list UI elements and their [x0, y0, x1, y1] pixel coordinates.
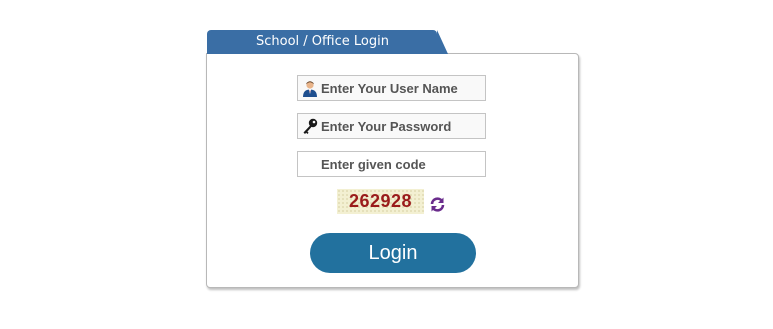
password-input[interactable]: [298, 114, 485, 138]
login-page: School / Office Login 262928: [0, 0, 773, 329]
key-icon: [303, 118, 318, 134]
captcha-code-input[interactable]: [298, 152, 485, 176]
password-field-wrapper: [297, 113, 486, 139]
login-panel: 262928 Login: [206, 53, 579, 288]
captcha-image: 262928: [337, 189, 424, 214]
login-button[interactable]: Login: [310, 233, 476, 273]
user-icon: [303, 81, 317, 97]
username-input[interactable]: [298, 76, 485, 100]
username-field-wrapper: [297, 75, 486, 101]
login-tab-title: School / Office Login: [256, 34, 389, 49]
login-tab-header: School / Office Login: [207, 30, 437, 54]
tab-corner-decoration: [437, 30, 448, 54]
refresh-icon[interactable]: [429, 196, 446, 213]
code-field-wrapper: [297, 151, 486, 177]
